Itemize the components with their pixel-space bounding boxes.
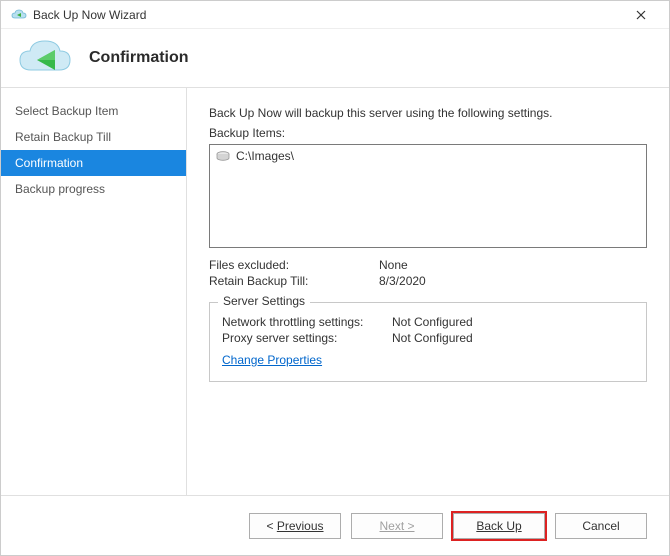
- server-settings-legend: Server Settings: [218, 294, 310, 308]
- proxy-settings-label: Proxy server settings:: [222, 331, 392, 345]
- disk-icon: [216, 151, 230, 161]
- wizard-header: Confirmation: [1, 29, 669, 87]
- network-throttling-label: Network throttling settings:: [222, 315, 392, 329]
- content-panel: Back Up Now will backup this server usin…: [187, 88, 669, 495]
- main-area: Select Backup Item Retain Backup Till Co…: [1, 87, 669, 495]
- cancel-button[interactable]: Cancel: [555, 513, 647, 539]
- cloud-backup-icon: [17, 38, 73, 79]
- backup-items-listbox[interactable]: C:\Images\: [209, 144, 647, 248]
- close-icon: [636, 10, 646, 20]
- previous-button[interactable]: < Previous: [249, 513, 341, 539]
- backup-item-row[interactable]: C:\Images\: [216, 149, 640, 163]
- files-excluded-label: Files excluded:: [209, 258, 379, 272]
- retain-till-value: 8/3/2020: [379, 274, 426, 288]
- backup-button[interactable]: Back Up: [453, 513, 545, 539]
- proxy-settings-value: Not Configured: [392, 331, 473, 345]
- step-confirmation[interactable]: Confirmation: [1, 150, 186, 176]
- wizard-footer: < Previous Next > Back Up Cancel: [1, 495, 669, 555]
- network-throttling-value: Not Configured: [392, 315, 473, 329]
- change-properties-link[interactable]: Change Properties: [222, 353, 322, 367]
- previous-button-label: Previous: [277, 519, 324, 533]
- app-cloud-icon: [11, 7, 27, 23]
- close-button[interactable]: [621, 1, 661, 29]
- next-button: Next >: [351, 513, 443, 539]
- server-settings-group: Server Settings Network throttling setti…: [209, 302, 647, 382]
- step-select-backup-item[interactable]: Select Backup Item: [1, 98, 186, 124]
- step-backup-progress[interactable]: Backup progress: [1, 176, 186, 202]
- cancel-button-label: Cancel: [582, 519, 619, 533]
- wizard-steps-sidebar: Select Backup Item Retain Backup Till Co…: [1, 88, 187, 495]
- files-excluded-value: None: [379, 258, 408, 272]
- intro-text: Back Up Now will backup this server usin…: [209, 106, 647, 120]
- window-title: Back Up Now Wizard: [33, 8, 621, 22]
- page-heading: Confirmation: [89, 49, 189, 67]
- title-bar: Back Up Now Wizard: [1, 1, 669, 29]
- next-button-label: Next >: [379, 519, 414, 533]
- backup-button-label: Back Up: [476, 519, 521, 533]
- step-retain-backup-till[interactable]: Retain Backup Till: [1, 124, 186, 150]
- backup-item-path: C:\Images\: [236, 149, 294, 163]
- backup-items-label: Backup Items:: [209, 126, 647, 140]
- retain-till-label: Retain Backup Till:: [209, 274, 379, 288]
